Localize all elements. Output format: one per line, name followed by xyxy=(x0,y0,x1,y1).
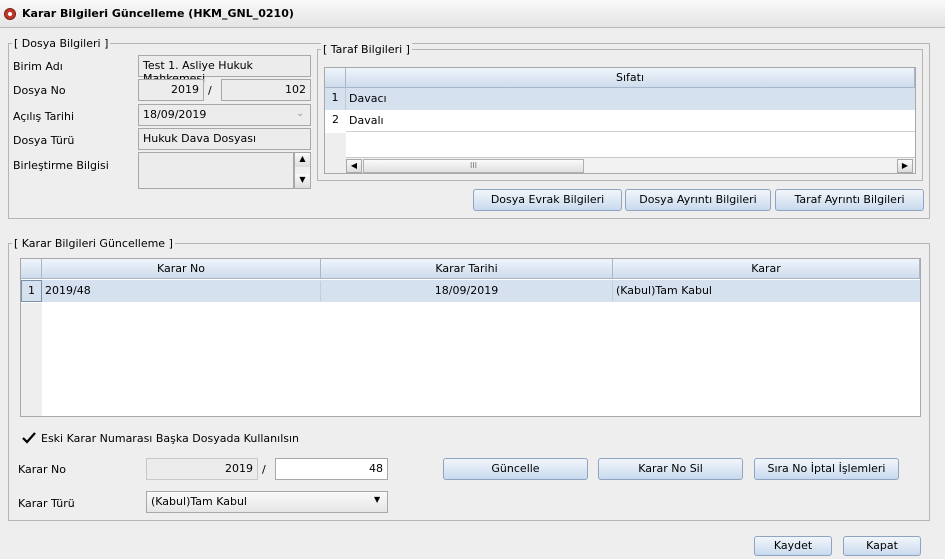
kaydet-button[interactable]: Kaydet xyxy=(754,536,832,556)
row-number: 2 xyxy=(325,110,346,132)
taraf-empty-area xyxy=(325,133,346,173)
karar-empty-area xyxy=(21,303,42,416)
dosya-no-separator: / xyxy=(208,84,212,97)
karar-no-separator: / xyxy=(262,463,266,476)
taraf-ayrinti-button[interactable]: Taraf Ayrıntı Bilgileri xyxy=(775,189,924,211)
karar-corner-header xyxy=(21,259,42,279)
taraf-bilgileri-title: [ Taraf Bilgileri ] xyxy=(321,43,412,56)
karar-turu-label: Karar Türü xyxy=(18,497,75,510)
sira-no-iptal-label: Sıra No İptal İşlemleri xyxy=(767,462,886,475)
dosya-ayrinti-button[interactable]: Dosya Ayrıntı Bilgileri xyxy=(625,189,771,211)
taraf-horizontal-scrollbar[interactable]: ◀ III ▶ xyxy=(346,157,915,173)
dropdown-arrow-icon: ▼ xyxy=(374,495,381,504)
scroll-thumb[interactable]: III xyxy=(363,159,584,173)
scroll-left-icon[interactable]: ◀ xyxy=(346,159,362,173)
sira-no-iptal-button[interactable]: Sıra No İptal İşlemleri xyxy=(754,458,899,480)
karar-column-header[interactable]: Karar xyxy=(613,259,920,279)
table-row[interactable]: 1 Davacı xyxy=(325,88,915,110)
checkmark-icon xyxy=(22,432,36,444)
dosya-turu-label: Dosya Türü xyxy=(13,134,75,147)
karar-tarihi-cell: 18/09/2019 xyxy=(321,281,613,301)
scroll-up-icon[interactable]: ▲ xyxy=(295,153,310,167)
dosya-bilgileri-title: [ Dosya Bilgileri ] xyxy=(12,37,111,50)
eski-karar-checkbox[interactable] xyxy=(21,431,36,445)
app-logo-icon xyxy=(4,8,16,20)
eski-karar-label: Eski Karar Numarası Başka Dosyada Kullan… xyxy=(41,432,300,445)
table-row[interactable]: 2 Davalı xyxy=(325,110,915,132)
karar-table: Karar No Karar Tarihi Karar 1 2019/48 18… xyxy=(20,258,921,417)
karar-tarihi-column-header[interactable]: Karar Tarihi xyxy=(321,259,613,279)
birim-label: Birim Adı xyxy=(13,60,63,73)
karar-number-input[interactable]: 48 xyxy=(275,458,388,480)
karar-no-sil-label: Karar No Sil xyxy=(638,462,703,475)
dosya-number-field: 102 xyxy=(221,79,311,101)
birim-field: Test 1. Asliye Hukuk Mahkemesi xyxy=(138,55,311,85)
karar-group-title: [ Karar Bilgileri Güncelleme ] xyxy=(12,237,175,250)
scroll-grip: III xyxy=(469,161,478,170)
birlestirme-label: Birleştirme Bilgisi xyxy=(13,159,109,172)
kapat-label: Kapat xyxy=(866,539,898,552)
karar-no-cell: 2019/48 xyxy=(42,281,321,301)
karar-no-column-header[interactable]: Karar No xyxy=(42,259,321,279)
taraf-table: Sıfatı 1 Davacı 2 Davalı ◀ III ▶ xyxy=(324,67,916,174)
row-number: 1 xyxy=(325,88,346,110)
taraf-corner-header xyxy=(325,68,346,88)
birlestirme-scrollbar[interactable]: ▲ ▼ xyxy=(294,152,311,189)
table-row[interactable]: 1 2019/48 18/09/2019 (Kabul)Tam Kabul xyxy=(21,280,920,302)
taraf-sifat-cell: Davacı xyxy=(349,92,387,105)
row-number: 1 xyxy=(21,280,42,302)
scroll-down-icon[interactable]: ▼ xyxy=(295,174,310,188)
taraf-sifat-cell: Davalı xyxy=(349,114,384,127)
karar-year-field: 2019 xyxy=(146,458,258,480)
karar-no-sil-button[interactable]: Karar No Sil xyxy=(598,458,743,480)
karar-cell: (Kabul)Tam Kabul xyxy=(616,284,712,297)
karar-turu-select[interactable]: (Kabul)Tam Kabul ▼ xyxy=(146,491,388,513)
karar-turu-value: (Kabul)Tam Kabul xyxy=(151,495,247,508)
kapat-button[interactable]: Kapat xyxy=(843,536,921,556)
taraf-column-header[interactable]: Sıfatı xyxy=(346,68,915,88)
scroll-right-icon[interactable]: ▶ xyxy=(897,159,913,173)
birlestirme-textarea[interactable] xyxy=(138,152,294,189)
acilis-tarihi-field: 18/09/2019 xyxy=(138,104,311,126)
acilis-tarihi-label: Açılış Tarihi xyxy=(13,110,75,123)
guncelle-button[interactable]: Güncelle xyxy=(443,458,588,480)
dosya-evrak-button[interactable]: Dosya Evrak Bilgileri xyxy=(473,189,622,211)
window-title: Karar Bilgileri Güncelleme (HKM_GNL_0210… xyxy=(22,7,294,20)
guncelle-label: Güncelle xyxy=(491,462,540,475)
dosya-turu-field: Hukuk Dava Dosyası xyxy=(138,128,311,150)
dosya-year-field: 2019 xyxy=(138,79,204,101)
karar-no-label: Karar No xyxy=(18,463,67,476)
title-bar: Karar Bilgileri Güncelleme (HKM_GNL_0210… xyxy=(0,0,945,28)
dosya-no-label: Dosya No xyxy=(13,84,66,97)
kaydet-label: Kaydet xyxy=(773,539,813,552)
chevron-down-icon: ⌄ xyxy=(296,108,305,119)
